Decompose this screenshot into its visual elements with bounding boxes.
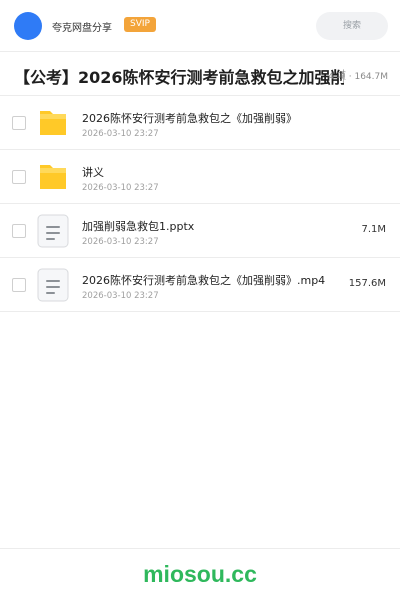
header-bar: 夸克网盘分享 SVIP 搜索 <box>0 0 400 52</box>
file-name[interactable]: 加强削弱急救包1.pptx <box>82 218 194 234</box>
file-date: 2026-03-10 23:27 <box>82 129 159 139</box>
file-size: 157.6M <box>348 278 386 289</box>
file-row[interactable]: 加强削弱急救包1.pptx 2026-03-10 23:27 7.1M <box>0 204 400 258</box>
file-size: 7.1M <box>361 224 386 235</box>
folder-icon <box>36 106 70 140</box>
avatar[interactable] <box>14 12 42 40</box>
file-row[interactable]: 2026陈怀安行测考前急救包之《加强削弱》 2026-03-10 23:27 <box>0 96 400 150</box>
file-checkbox[interactable] <box>12 116 26 130</box>
document-icon <box>36 214 70 248</box>
file-name[interactable]: 2026陈怀安行测考前急救包之《加强削弱》 <box>82 110 297 126</box>
share-title: 【公考】2026陈怀安行测考前急救包之加强削弱 <box>14 68 344 87</box>
file-name[interactable]: 2026陈怀安行测考前急救包之《加强削弱》.mp4 <box>82 272 325 288</box>
file-date: 2026-03-10 23:27 <box>82 291 159 301</box>
file-date: 2026-03-10 23:27 <box>82 237 159 247</box>
share-summary: 4 项 · 164.7M <box>328 72 388 82</box>
site-watermark: miosou.cc <box>143 561 257 587</box>
document-icon <box>36 268 70 302</box>
file-date: 2026-03-10 23:27 <box>82 183 159 193</box>
file-checkbox[interactable] <box>12 170 26 184</box>
search-input[interactable]: 搜索 <box>316 12 388 40</box>
file-checkbox[interactable] <box>12 224 26 238</box>
file-row[interactable]: 讲义 2026-03-10 23:27 <box>0 150 400 204</box>
file-list: 2026陈怀安行测考前急救包之《加强削弱》 2026-03-10 23:27 讲… <box>0 96 400 312</box>
footer-bar: miosou.cc <box>0 548 400 600</box>
file-name[interactable]: 讲义 <box>82 164 104 180</box>
share-page: 夸克网盘分享 SVIP 搜索 【公考】2026陈怀安行测考前急救包之加强削弱 4… <box>0 0 400 600</box>
file-row[interactable]: 2026陈怀安行测考前急救包之《加强削弱》.mp4 2026-03-10 23:… <box>0 258 400 312</box>
svip-badge: SVIP <box>124 17 156 32</box>
file-checkbox[interactable] <box>12 278 26 292</box>
app-name: 夸克网盘分享 <box>52 23 112 34</box>
folder-icon <box>36 160 70 194</box>
share-title-row: 【公考】2026陈怀安行测考前急救包之加强削弱 4 项 · 164.7M <box>0 52 400 96</box>
